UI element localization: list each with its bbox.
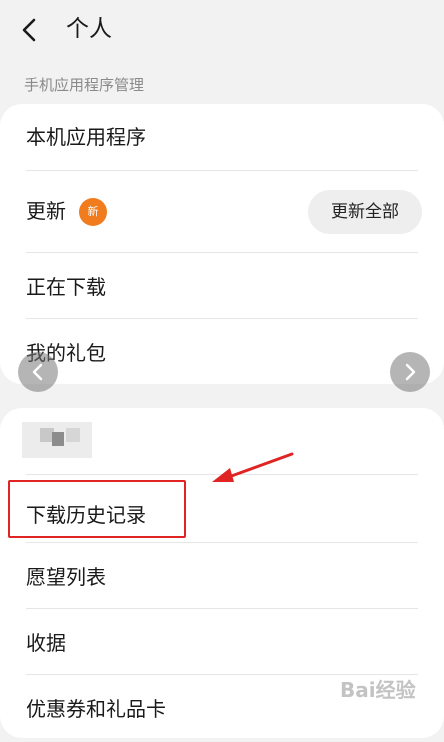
page-title: 个人 <box>66 16 112 42</box>
list-item-downloading[interactable]: 正在下载 <box>0 254 444 320</box>
divider <box>26 608 418 609</box>
new-badge: 新 <box>79 198 107 226</box>
list-item-local-apps[interactable]: 本机应用程序 <box>0 104 444 170</box>
list-item-wishlist[interactable]: 愿望列表 <box>0 544 444 610</box>
chevron-left-icon <box>32 363 43 381</box>
list-item-my-gifts[interactable]: 我的礼包 <box>0 320 444 386</box>
app-management-card: 本机应用程序 更新 正在下载 我的礼包 <box>0 104 444 384</box>
list-item-label: 优惠券和礼品卡 <box>26 697 166 721</box>
blurred-item <box>52 432 64 446</box>
annotation-arrow-icon <box>212 452 294 482</box>
divider <box>26 170 418 171</box>
carousel-prev-button[interactable] <box>18 352 58 392</box>
list-item-label: 收据 <box>26 631 66 655</box>
carousel-next-button[interactable] <box>390 352 430 392</box>
list-item-label: 愿望列表 <box>26 565 106 589</box>
divider <box>26 318 418 319</box>
watermark: Bai经验 <box>340 678 416 702</box>
divider <box>26 542 418 543</box>
divider <box>26 252 418 253</box>
blurred-item <box>66 428 80 442</box>
chevron-left-icon <box>22 18 36 42</box>
update-all-button[interactable]: 更新全部 <box>308 190 422 234</box>
list-item-receipts[interactable]: 收据 <box>0 610 444 676</box>
chevron-right-icon <box>405 363 416 381</box>
annotation-highlight-box <box>8 480 186 538</box>
list-item-label: 正在下载 <box>26 275 106 299</box>
list-item-label: 更新 <box>26 199 66 223</box>
list-item-label: 本机应用程序 <box>26 125 146 149</box>
top-bar: 个人 <box>0 0 444 60</box>
section-label: 手机应用程序管理 <box>24 76 145 94</box>
back-button[interactable] <box>14 14 46 46</box>
